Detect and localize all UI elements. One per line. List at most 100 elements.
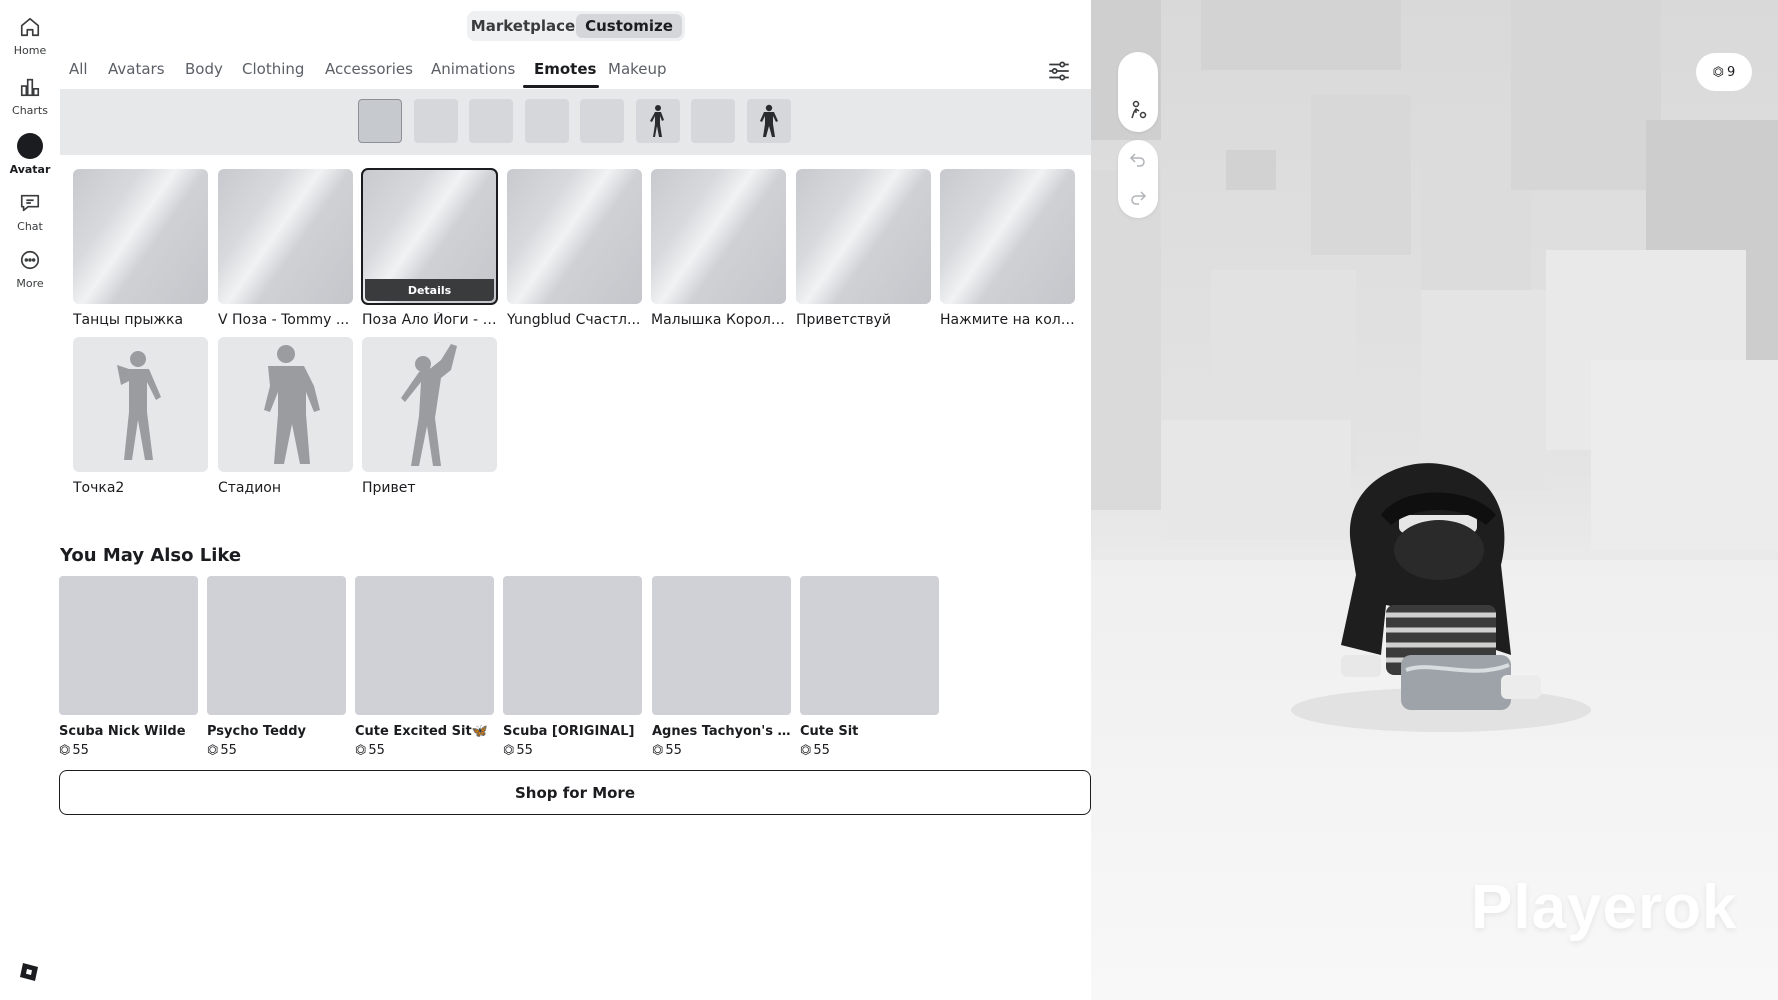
recommended-item[interactable]: Agnes Tachyon's Lo... ⏣55 (652, 576, 791, 758)
emote-name: Танцы прыжка (73, 312, 184, 328)
undo-icon[interactable] (1129, 150, 1147, 172)
roblox-logo-icon[interactable] (19, 962, 39, 982)
customize-button[interactable]: Customize (576, 14, 682, 38)
emote-slot-1[interactable] (358, 99, 402, 143)
item-name: Scuba [ORIGINAL] (503, 724, 635, 739)
item-name: Scuba Nick Wilde (59, 724, 186, 739)
emote-slot-7[interactable] (691, 99, 735, 143)
item-thumbnail (652, 576, 791, 715)
redo-icon[interactable] (1129, 188, 1147, 210)
tab-accessories[interactable]: Accessories (325, 60, 413, 78)
emote-card-selected[interactable]: Details Поза Ало Йоги - П... (361, 168, 498, 328)
robux-icon: ⏣ (355, 743, 367, 758)
robux-amount: 9 (1727, 64, 1736, 80)
recommended-item[interactable]: Cute Excited Sit🦋 ⏣ 55 (355, 576, 494, 758)
robux-icon: ⏣ (503, 743, 515, 758)
robux-icon: ⏣ (652, 743, 664, 758)
item-price: ⏣ 55 (59, 743, 198, 758)
nav-chat[interactable]: Chat (0, 190, 60, 233)
tab-clothing[interactable]: Clothing (242, 60, 304, 78)
marketplace-button[interactable]: Marketplace (470, 14, 576, 38)
robux-icon: ⏣ (800, 743, 812, 758)
nav-label: Avatar (9, 163, 51, 176)
emote-slot-5[interactable] (580, 99, 624, 143)
emote-card[interactable]: Точка2 (73, 337, 208, 496)
emote-name: Нажмите на колени (940, 312, 1075, 328)
emote-name: Привет (362, 480, 416, 496)
avatar-icon (17, 133, 43, 159)
robux-icon: ⏣ (207, 743, 219, 758)
recommended-item[interactable]: Cute Sit ⏣ 55 (800, 576, 939, 758)
details-button[interactable]: Details (365, 279, 494, 301)
emote-card[interactable]: Нажмите на колени (940, 169, 1075, 328)
emote-slot-2[interactable] (414, 99, 458, 143)
price-value: 55 (665, 743, 682, 758)
emote-thumbnail (218, 169, 353, 304)
emote-slot-strip (60, 89, 1091, 155)
item-thumbnail (59, 576, 198, 715)
nav-home[interactable]: Home (0, 14, 60, 57)
tab-emotes[interactable]: Emotes (534, 60, 596, 78)
emote-thumbnail: Details (361, 168, 498, 305)
emote-card[interactable]: Привет (362, 337, 497, 496)
emote-slot-6[interactable] (636, 99, 680, 143)
emote-name: Приветствуй (796, 312, 892, 328)
emote-name: Малышка Короле... (651, 312, 786, 328)
left-nav: Home Charts Avatar Chat More (0, 0, 60, 1000)
item-thumbnail (800, 576, 939, 715)
emote-slot-8[interactable] (747, 99, 791, 143)
figure-icon (650, 105, 664, 137)
nav-charts[interactable]: Charts (0, 74, 60, 117)
filter-settings-icon[interactable] (1046, 58, 1072, 84)
tab-body[interactable]: Body (185, 60, 223, 78)
tab-makeup[interactable]: Makeup (608, 60, 667, 78)
shop-for-more-button[interactable]: Shop for More (59, 770, 1091, 815)
emote-slot-4[interactable] (525, 99, 569, 143)
emote-card[interactable]: Стадион (218, 337, 353, 496)
active-tab-indicator (523, 85, 599, 88)
emote-card[interactable]: Приветствуй (796, 169, 931, 328)
avatar-figure (1291, 463, 1591, 732)
recommended-item[interactable]: Scuba Nick Wilde ⏣ 55 (59, 576, 198, 758)
tab-avatars[interactable]: Avatars (108, 60, 165, 78)
tab-all[interactable]: All (69, 60, 88, 78)
marketplace-customize-switch: Marketplace Customize (467, 11, 685, 41)
emote-name: V Поза - Tommy ... (218, 312, 350, 328)
emote-thumbnail (73, 169, 208, 304)
emote-thumbnail (73, 337, 208, 472)
price-value: 55 (220, 743, 237, 758)
avatar-settings-icon[interactable] (1128, 100, 1148, 124)
nav-avatar[interactable]: Avatar (0, 133, 60, 176)
emote-name: Стадион (218, 480, 282, 496)
price-value: 55 (813, 743, 830, 758)
emote-card[interactable]: Малышка Короле... (651, 169, 786, 328)
recommended-item[interactable]: Psycho Teddy ⏣ 55 (207, 576, 346, 758)
pose-figure-icon (263, 345, 320, 464)
item-price: ⏣ 55 (503, 743, 642, 758)
nav-more[interactable]: More (0, 247, 60, 290)
emote-name: Точка2 (73, 480, 125, 496)
recommended-item[interactable]: Scuba [ORIGINAL] ⏣ 55 (503, 576, 642, 758)
player-name-label: Playerok (1471, 873, 1738, 942)
item-name: Psycho Teddy (207, 724, 306, 739)
item-price: ⏣ 55 (652, 743, 791, 758)
emote-thumbnail (796, 169, 931, 304)
emote-card[interactable]: Танцы прыжка (73, 169, 208, 328)
nav-label: Chat (17, 220, 43, 233)
avatar-3d-viewport[interactable]: ⏣ 9 Playerok (1091, 0, 1778, 1000)
nav-label: Home (13, 44, 47, 57)
emote-slot-3[interactable] (469, 99, 513, 143)
emote-card[interactable]: Yungblud Счастл... (507, 169, 642, 328)
emote-name: Поза Ало Йоги - П... (362, 312, 497, 328)
category-tabs: All Avatars Body Clothing Accessories An… (60, 52, 1090, 88)
item-thumbnail (355, 576, 494, 715)
item-price: ⏣ 55 (800, 743, 939, 758)
robux-balance[interactable]: ⏣ 9 (1696, 53, 1752, 91)
item-name: Cute Excited Sit🦋 (355, 724, 488, 739)
emote-thumbnail (218, 337, 353, 472)
tab-animations[interactable]: Animations (431, 60, 515, 78)
emote-thumbnail (940, 169, 1075, 304)
emote-card[interactable]: V Поза - Tommy ... (218, 169, 353, 328)
emote-thumbnail (507, 169, 642, 304)
price-value: 55 (368, 743, 385, 758)
